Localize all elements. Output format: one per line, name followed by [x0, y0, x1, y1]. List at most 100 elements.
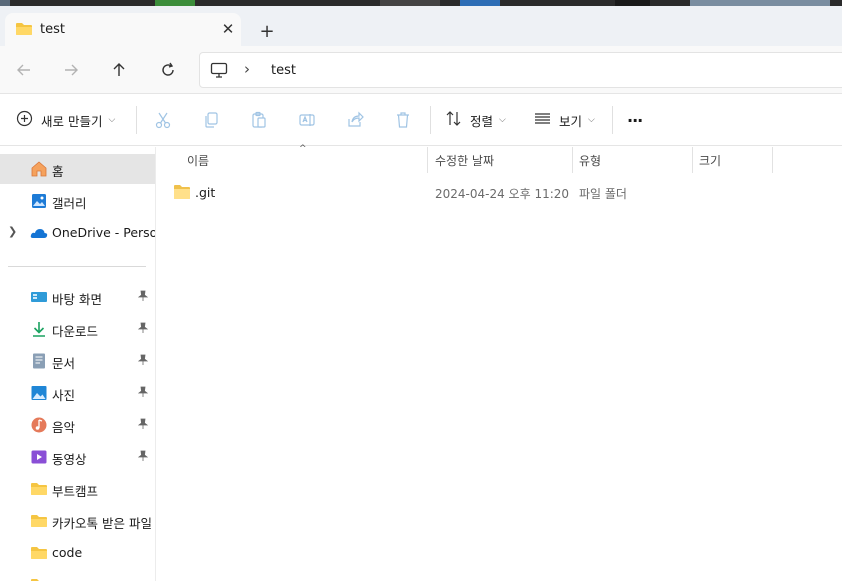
column-header-size[interactable]: 크기: [693, 147, 772, 173]
tab-bar: test ✕ +: [0, 6, 842, 46]
chevron-down-icon: ⌵: [499, 115, 506, 125]
add-circle-icon: [16, 110, 33, 130]
sidebar-item-onedrive[interactable]: ❯ OneDrive - Persona: [0, 218, 156, 248]
new-label: 새로 만들기: [41, 113, 103, 129]
sidebar-item-label: 사진: [52, 388, 76, 403]
sidebar-item-downloads[interactable]: 다운로드: [0, 314, 155, 344]
sidebar-item-partial[interactable]: [0, 570, 155, 581]
sort-label: 정렬: [470, 113, 494, 129]
sort-button[interactable]: 정렬 ⌵: [445, 106, 506, 134]
folder-icon: [30, 544, 48, 562]
sidebar-item-documents[interactable]: 문서: [0, 346, 155, 376]
file-list-pane: ^ 이름 수정한 날짜 유형 크기 .git 2024-04-24 오후 11:…: [157, 144, 842, 581]
view-list-icon: [534, 110, 551, 130]
pin-icon[interactable]: [137, 418, 149, 433]
sort-ascending-icon: ^: [299, 144, 307, 154]
sidebar-item-code[interactable]: code: [0, 538, 155, 568]
folder-icon: [173, 184, 191, 203]
pin-icon[interactable]: [137, 386, 149, 401]
divider: [612, 106, 613, 134]
document-icon: [30, 352, 48, 370]
column-label: 수정한 날짜: [435, 154, 495, 168]
chevron-down-icon: ⌵: [588, 115, 595, 125]
sidebar-item-label: 홈: [52, 164, 64, 179]
column-label: 유형: [579, 154, 602, 168]
sidebar-item-music[interactable]: 음악: [0, 410, 155, 440]
refresh-icon[interactable]: [154, 56, 182, 84]
copy-icon[interactable]: [199, 108, 223, 132]
forward-arrow-icon[interactable]: [57, 56, 85, 84]
chevron-down-icon: ⌵: [108, 115, 116, 125]
paste-icon[interactable]: [247, 108, 271, 132]
sidebar-item-pictures[interactable]: 사진: [0, 378, 155, 408]
desktop-icon: [30, 288, 48, 306]
rename-icon[interactable]: [295, 108, 319, 132]
sidebar-item-label: 문서: [52, 356, 76, 371]
sidebar-item-label: 음악: [52, 420, 76, 435]
this-pc-icon[interactable]: [210, 62, 228, 81]
folder-icon: [30, 576, 48, 581]
cut-icon[interactable]: [151, 108, 175, 132]
chevron-right-icon[interactable]: ❯: [8, 225, 17, 238]
pin-icon[interactable]: [137, 322, 149, 337]
tab-test[interactable]: test ✕: [5, 13, 241, 46]
command-bar: 새로 만들기 ⌵ 정렬 ⌵ 보기 ⌵ ···: [0, 94, 842, 146]
share-icon[interactable]: [343, 108, 367, 132]
sidebar-item-gallery[interactable]: 갤러리: [0, 186, 155, 216]
view-label: 보기: [559, 113, 583, 129]
back-arrow-icon[interactable]: [10, 56, 38, 84]
sidebar-item-label: 동영상: [52, 452, 87, 467]
column-divider[interactable]: [772, 147, 773, 173]
divider: [430, 106, 431, 134]
file-type: 파일 폴더: [579, 187, 627, 201]
pin-icon[interactable]: [137, 450, 149, 465]
tab-title: test: [40, 22, 65, 37]
breadcrumb[interactable]: test: [271, 63, 296, 78]
navigation-pane: 홈 갤러리 ❯ OneDrive - Persona 바탕 화면 다운로드 문서: [0, 147, 156, 581]
sidebar-item-desktop[interactable]: 바탕 화면: [0, 282, 155, 312]
sidebar-item-home[interactable]: 홈: [0, 154, 155, 184]
folder-icon: [15, 22, 33, 39]
sidebar-item-label: 바탕 화면: [52, 292, 102, 307]
pin-icon[interactable]: [137, 290, 149, 305]
pin-icon[interactable]: [137, 354, 149, 369]
video-icon: [30, 448, 48, 466]
sidebar-item-label: 갤러리: [52, 196, 87, 211]
sidebar-item-label: OneDrive - Persona: [52, 225, 156, 240]
file-modified: 2024-04-24 오후 11:20: [435, 187, 570, 201]
gallery-icon: [30, 192, 48, 210]
column-label: 크기: [699, 154, 722, 168]
column-header-modified[interactable]: 수정한 날짜: [428, 147, 573, 173]
column-header-name[interactable]: ^ 이름: [157, 144, 427, 173]
sort-icon: [445, 110, 462, 130]
view-button[interactable]: 보기 ⌵: [534, 106, 595, 134]
navigation-bar: › test: [0, 46, 842, 94]
table-row[interactable]: .git 2024-04-24 오후 11:20 파일 폴더: [157, 180, 842, 204]
onedrive-cloud-icon: [30, 224, 48, 242]
new-tab-button[interactable]: +: [254, 18, 280, 44]
sidebar-item-bootcamp[interactable]: 부트캠프: [0, 474, 155, 504]
sidebar-item-label: 다운로드: [52, 324, 99, 339]
close-icon[interactable]: ✕: [216, 17, 240, 41]
sidebar-item-label: 부트캠프: [52, 484, 99, 499]
breadcrumb-separator[interactable]: ›: [244, 60, 250, 78]
more-options-button[interactable]: ···: [627, 106, 643, 134]
home-icon: [30, 160, 48, 178]
music-icon: [30, 416, 48, 434]
sidebar-item-videos[interactable]: 동영상: [0, 442, 155, 472]
file-name: .git: [195, 185, 216, 200]
delete-icon[interactable]: [391, 108, 415, 132]
sidebar-item-label: 카카오톡 받은 파일: [52, 516, 152, 531]
folder-icon: [30, 512, 48, 530]
column-header-type[interactable]: 유형: [573, 147, 692, 173]
column-label: 이름: [187, 154, 210, 168]
download-icon: [30, 320, 48, 338]
address-bar[interactable]: › test: [199, 52, 842, 88]
up-arrow-icon[interactable]: [105, 56, 133, 84]
sidebar-item-kakaotalk[interactable]: 카카오톡 받은 파일: [0, 506, 155, 536]
folder-icon: [30, 480, 48, 498]
divider: [8, 266, 146, 267]
pictures-icon: [30, 384, 48, 402]
new-button[interactable]: 새로 만들기 ⌵: [16, 106, 115, 134]
sidebar-item-label: code: [52, 545, 83, 560]
